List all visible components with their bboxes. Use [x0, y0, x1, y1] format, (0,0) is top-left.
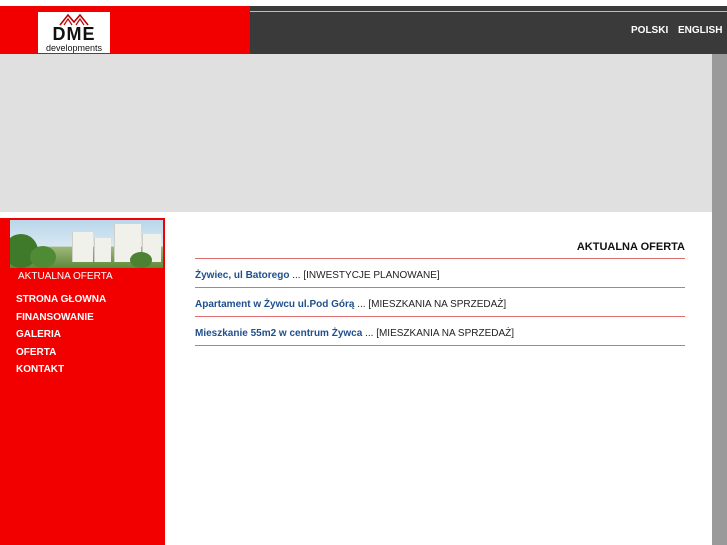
- divider: [195, 258, 685, 259]
- menu-item-strona-glowna[interactable]: STRONA GŁOWNA: [16, 293, 106, 311]
- building-shape: [94, 238, 111, 262]
- offer-link[interactable]: Żywiec, ul Batorego: [195, 270, 289, 281]
- offer-separator: ...: [289, 270, 304, 281]
- offer-row: Mieszkanie 55m2 w centrum Żywca ... [MIE…: [195, 328, 514, 339]
- main-menu: STRONA GŁOWNA FINANSOWANIE GALERIA OFERT…: [16, 293, 106, 381]
- tree-shape: [130, 252, 152, 268]
- offer-separator: ...: [362, 328, 377, 339]
- banner-area: [0, 54, 712, 212]
- buildings-photo: [10, 220, 163, 268]
- page-title: AKTUALNA OFERTA: [576, 241, 685, 253]
- menu-item-finansowanie[interactable]: FINANSOWANIE: [16, 311, 106, 329]
- logo-wordmark: DME: [52, 24, 96, 44]
- language-link-english[interactable]: ENGLISH: [678, 25, 722, 36]
- language-link-polski[interactable]: POLSKI: [631, 25, 668, 36]
- menu-item-galeria[interactable]: GALERIA: [16, 328, 106, 346]
- header-divider: [250, 11, 727, 12]
- scrollbar[interactable]: [712, 54, 727, 545]
- sidebar-heading[interactable]: AKTUALNA OFERTA: [18, 271, 113, 282]
- offer-link[interactable]: Mieszkanie 55m2 w centrum Żywca: [195, 328, 362, 339]
- offer-category: [INWESTYCJE PLANOWANE]: [303, 270, 440, 281]
- divider: [195, 287, 685, 288]
- logo-area: DME developments: [0, 6, 250, 54]
- company-logo[interactable]: DME developments: [38, 12, 110, 53]
- divider: [195, 316, 685, 317]
- divider: [195, 345, 685, 346]
- logo-subtext: developments: [45, 43, 103, 53]
- menu-item-kontakt[interactable]: KONTAKT: [16, 363, 106, 381]
- offer-separator: ...: [354, 299, 369, 310]
- offer-row: Apartament w Żywcu ul.Pod Górą ... [MIES…: [195, 299, 506, 310]
- tree-shape: [30, 246, 56, 268]
- offer-category: [MIESZKANIA NA SPRZEDAŻ]: [368, 299, 507, 310]
- offer-link[interactable]: Apartament w Żywcu ul.Pod Górą: [195, 299, 354, 310]
- menu-item-oferta[interactable]: OFERTA: [16, 346, 106, 364]
- building-shape: [72, 232, 93, 262]
- offer-category: [MIESZKANIA NA SPRZEDAŻ]: [376, 328, 515, 339]
- offer-row: Żywiec, ul Batorego ... [INWESTYCJE PLAN…: [195, 270, 440, 281]
- sidebar: AKTUALNA OFERTA STRONA GŁOWNA FINANSOWAN…: [0, 218, 165, 545]
